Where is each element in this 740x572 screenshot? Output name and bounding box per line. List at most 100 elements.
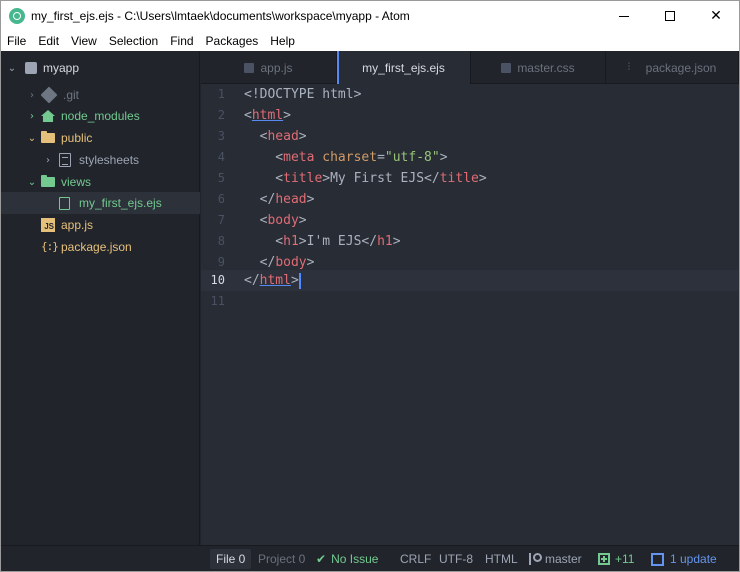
tab-package-json[interactable]: ⫶ package.json [606, 51, 739, 84]
menu-help[interactable]: Help [264, 34, 301, 48]
menu-bar: File Edit View Selection Find Packages H… [1, 31, 739, 51]
check-icon: ✔ [316, 552, 327, 566]
tab-app-js[interactable]: app.js [201, 51, 337, 84]
menu-view[interactable]: View [65, 34, 103, 48]
status-line-ending[interactable]: CRLF [400, 546, 431, 571]
package-icon [651, 552, 664, 566]
line-number: 3 [217, 129, 225, 143]
tree-item-git[interactable]: › .git [1, 84, 200, 106]
folder-icon [41, 131, 55, 143]
tree-view: ⌄ myapp › .git › node_modules ⌄ public ›… [1, 51, 200, 545]
js-icon [244, 62, 255, 73]
status-diff-label: +11 [615, 552, 635, 566]
tab-bar: app.js my_first_ejs.ejs master.css ⫶ pac… [201, 51, 739, 85]
status-project-count[interactable]: Project 0 [252, 549, 311, 569]
code-line: <title>My First EJS</title> [244, 171, 487, 186]
js-icon: JS [41, 218, 55, 232]
tree-item-app-js[interactable]: JS app.js [1, 214, 200, 236]
status-linter[interactable]: ✔ No Issue [316, 546, 379, 571]
line-number-current: 10 [210, 273, 225, 287]
tab-label: app.js [260, 60, 293, 75]
title-bar[interactable]: my_first_ejs.ejs - C:\Users\lmtaek\docum… [1, 1, 739, 31]
line-number: 2 [217, 108, 225, 122]
tree-item-views[interactable]: ⌄ views [1, 171, 200, 193]
status-grammar[interactable]: HTML [485, 546, 518, 571]
maximize-button[interactable] [647, 1, 693, 31]
tree-item-label: views [61, 175, 92, 189]
tab-master-css[interactable]: master.css [471, 51, 606, 84]
tree-item-package-json[interactable]: {:} package.json [1, 236, 200, 258]
status-file-count[interactable]: File 0 [210, 549, 252, 569]
code-line: <head> [244, 129, 307, 144]
minimize-button[interactable] [601, 1, 647, 31]
close-button[interactable]: ✕ [693, 1, 739, 31]
line-number: 6 [217, 192, 225, 206]
tree-item-label: package.json [61, 240, 132, 254]
chevron-right-icon: › [30, 89, 34, 101]
window-title: my_first_ejs.ejs - C:\Users\lmtaek\docum… [31, 9, 410, 23]
status-updates-label: 1 update [670, 552, 717, 566]
tab-my-first-ejs[interactable]: my_first_ejs.ejs [337, 51, 471, 85]
tree-item-label: .git [63, 88, 80, 102]
code-line: </head> [244, 192, 315, 207]
atom-window: my_first_ejs.ejs - C:\Users\lmtaek\docum… [0, 0, 740, 572]
tree-item-node-modules[interactable]: › node_modules [1, 105, 200, 127]
tab-label: master.css [517, 60, 575, 75]
window-controls: ✕ [601, 1, 739, 31]
tree-item-stylesheets[interactable]: › stylesheets [1, 149, 200, 171]
json-icon: {:} [41, 240, 59, 253]
settings-icon: ⫶ [627, 62, 631, 73]
git-icon [40, 86, 58, 104]
line-number: 4 [217, 150, 225, 164]
code-line: <meta charset="utf-8"> [244, 150, 448, 165]
tab-label: package.json [645, 60, 717, 75]
tab-label: my_first_ejs.ejs [362, 61, 445, 75]
chevron-down-icon: ⌄ [27, 176, 37, 188]
status-git-diff[interactable]: +11 [598, 546, 635, 571]
file-icon [59, 196, 70, 210]
tree-item-my-first-ejs[interactable]: my_first_ejs.ejs [1, 192, 200, 214]
menu-packages[interactable]: Packages [200, 34, 265, 48]
code-line: <body> [244, 213, 307, 228]
tree-item-label: public [61, 131, 93, 145]
status-encoding[interactable]: UTF-8 [439, 546, 473, 571]
menu-selection[interactable]: Selection [103, 34, 164, 48]
atom-logo-icon [9, 8, 25, 24]
tree-item-label: stylesheets [79, 153, 140, 167]
code-line: <html> [244, 108, 291, 123]
folder-icon [41, 175, 55, 187]
tree-item-public[interactable]: ⌄ public [1, 127, 200, 149]
minimize-icon [619, 15, 629, 17]
tree-item-myapp[interactable]: ⌄ myapp [1, 57, 200, 79]
menu-edit[interactable]: Edit [32, 34, 65, 48]
status-branch[interactable]: master [529, 546, 582, 571]
tree-item-label: myapp [43, 61, 80, 75]
chevron-right-icon: › [46, 154, 50, 166]
tree-item-label: app.js [61, 218, 94, 232]
code-line: <!DOCTYPE html> [244, 87, 362, 102]
code-line-current: </html> [244, 272, 301, 289]
maximize-icon [665, 11, 675, 21]
repo-icon [25, 62, 37, 74]
line-number: 8 [217, 234, 225, 248]
tree-item-label: node_modules [61, 109, 140, 123]
menu-find[interactable]: Find [164, 34, 199, 48]
tree-item-label: my_first_ejs.ejs [79, 196, 162, 210]
chevron-right-icon: › [30, 110, 34, 122]
home-icon [41, 110, 55, 122]
text-cursor [298, 272, 301, 289]
menu-file[interactable]: File [1, 34, 32, 48]
status-branch-label: master [545, 552, 582, 566]
close-icon: ✕ [710, 8, 722, 24]
line-number: 7 [217, 213, 225, 227]
git-branch-icon [529, 553, 542, 565]
status-linter-label: No Issue [331, 552, 379, 566]
line-number: 5 [217, 171, 225, 185]
code-line: <h1>I'm EJS</h1> [244, 234, 401, 249]
chevron-down-icon: ⌄ [27, 132, 37, 144]
editor-pane[interactable]: 1 2 3 4 5 6 7 8 9 10 11 <!DOCTYPE html> … [201, 84, 739, 545]
css-icon [501, 62, 512, 73]
line-number: 11 [210, 294, 225, 308]
status-updates[interactable]: 1 update [651, 546, 717, 571]
css-folder-icon [59, 153, 71, 167]
